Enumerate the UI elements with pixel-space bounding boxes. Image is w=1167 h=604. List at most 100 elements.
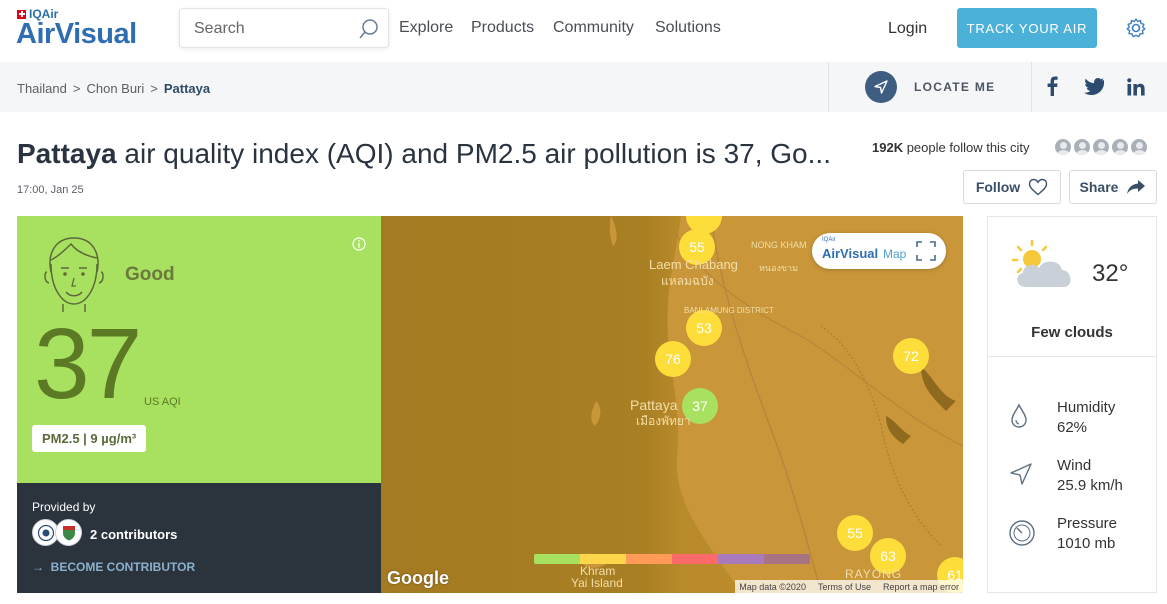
twitter-icon[interactable] [1084, 78, 1104, 95]
become-contributor-label: BECOME CONTRIBUTOR [50, 560, 196, 574]
follow-label: Follow [975, 179, 1021, 195]
humidity-value: 62% [1057, 419, 1088, 436]
locate-me-button[interactable] [865, 71, 897, 103]
shield-icon [62, 525, 75, 540]
map-marker[interactable]: 55 [837, 515, 873, 551]
avatar [1129, 137, 1149, 157]
map-label: หนองขาม [759, 263, 799, 273]
legend-good [534, 554, 580, 564]
google-logo: Google [387, 568, 449, 588]
wind-value: 25.9 km/h [1057, 477, 1123, 494]
legend-hazardous [764, 554, 810, 564]
contributors-count[interactable]: 2 contributors [90, 527, 177, 542]
nav-solutions[interactable]: Solutions [655, 19, 721, 37]
legend-unhealthy [672, 554, 718, 564]
fullscreen-icon[interactable] [916, 241, 936, 261]
report-error-link[interactable]: Report a map error [883, 582, 959, 592]
login-link[interactable]: Login [888, 20, 927, 38]
weather-panel: 32° Few clouds Humidity 62% Wind 25.9 km… [987, 216, 1157, 593]
locate-me-label[interactable]: LOCATE ME [914, 80, 995, 94]
search-box[interactable] [179, 8, 389, 48]
navigation-arrow-icon [874, 80, 888, 94]
aqi-map[interactable]: 55 53 76 72 37 55 63 61 Laem Chabang แหล… [381, 216, 963, 593]
track-your-air-button[interactable]: TRACK YOUR AIR [957, 8, 1097, 48]
map-label: Laem Chabang [649, 257, 738, 272]
share-button[interactable]: Share [1069, 170, 1157, 204]
aqi-legend-bar [534, 554, 810, 564]
aqi-value: 37 [34, 308, 142, 420]
divider [828, 62, 829, 112]
timestamp: 17:00, Jan 25 [17, 184, 84, 196]
contributor-logo[interactable] [55, 519, 82, 546]
nav-explore[interactable]: Explore [399, 19, 453, 37]
contributor-logos[interactable] [32, 519, 82, 546]
map-label: RAYONG [845, 567, 903, 581]
nav-community[interactable]: Community [553, 19, 634, 37]
top-header: IQAir AirVisual Explore Products Communi… [0, 0, 1167, 62]
breadcrumb-province[interactable]: Chon Buri [86, 81, 144, 96]
gauge-icon [1009, 520, 1035, 546]
map-marker[interactable]: 76 [655, 341, 691, 377]
avatar [1053, 137, 1073, 157]
map-label: Yai Island [571, 576, 623, 590]
follower-avatars [1053, 137, 1149, 157]
wind-direction-icon [1010, 463, 1032, 485]
linkedin-icon[interactable] [1127, 78, 1145, 96]
search-icon[interactable] [358, 18, 380, 40]
wind-label: Wind [1057, 457, 1092, 474]
follow-button[interactable]: Follow [963, 170, 1061, 204]
search-input[interactable] [194, 18, 344, 40]
contributors-panel: Provided by 2 contributors → BECOME CONT… [17, 483, 381, 593]
aqi-unit: US AQI [144, 396, 181, 408]
breadcrumb-country[interactable]: Thailand [17, 81, 67, 96]
badge-map: Map [883, 247, 907, 261]
city-name: Pattaya [17, 138, 117, 169]
breadcrumb: Thailand > Chon Buri > Pattaya [17, 81, 210, 96]
humidity-label: Humidity [1057, 399, 1116, 416]
avatar [1110, 137, 1130, 157]
airvisual-map-badge[interactable]: IQAir AirVisual Map [812, 233, 946, 269]
map-data-credit: Map data ©2020 [739, 581, 806, 592]
share-arrow-icon [1127, 180, 1146, 194]
map-footer: Map data ©2020 Terms of Use Report a map… [735, 580, 963, 593]
provided-by-label: Provided by [32, 500, 96, 514]
followers-text: people follow this city [906, 140, 1030, 155]
weather-summary: 32° Few clouds [988, 217, 1156, 357]
page-title: Pattaya air quality index (AQI) and PM2.… [17, 138, 842, 170]
divider [1031, 62, 1032, 112]
facebook-icon[interactable] [1046, 76, 1058, 96]
info-icon[interactable] [352, 237, 366, 251]
followers-count: 192K people follow this city [872, 140, 1030, 155]
become-contributor-link[interactable]: → BECOME CONTRIBUTOR [32, 560, 195, 574]
share-label: Share [1079, 179, 1119, 195]
map-label: แหลมฉบัง [661, 274, 714, 288]
map-label: เมืองพัทยา [636, 414, 691, 428]
temperature: 32° [1092, 260, 1129, 287]
airvisual-logo[interactable]: AirVisual [16, 18, 137, 51]
partly-cloudy-icon [1011, 239, 1071, 287]
pm25-badge: PM2.5 | 9 µg/m³ [32, 425, 147, 452]
badge-iqair: IQAir [822, 237, 836, 243]
map-marker[interactable]: 53 [686, 310, 722, 346]
breadcrumb-separator: > [150, 81, 158, 96]
title-text: air quality index (AQI) and PM2.5 air po… [116, 138, 831, 169]
nav-products[interactable]: Products [471, 19, 534, 37]
map-label: NONG KHAM [751, 240, 807, 250]
aqi-card: Good 37 US AQI PM2.5 | 9 µg/m³ [17, 216, 381, 483]
aqi-status: Good [125, 264, 175, 285]
weather-condition: Few clouds [1031, 324, 1113, 341]
legend-unhealthy-sensitive [626, 554, 672, 564]
happy-face-icon [44, 237, 104, 312]
map-marker[interactable]: 72 [893, 338, 929, 374]
seal-icon [37, 524, 54, 541]
breadcrumb-bar: Thailand > Chon Buri > Pattaya LOCATE ME [0, 62, 1167, 112]
pressure-label: Pressure [1057, 515, 1118, 532]
terms-link[interactable]: Terms of Use [818, 582, 871, 592]
pressure-value: 1010 mb [1057, 535, 1116, 552]
avatar [1091, 137, 1111, 157]
legend-moderate [580, 554, 626, 564]
badge-airvisual: AirVisual [822, 246, 879, 261]
gear-icon[interactable] [1125, 17, 1147, 39]
breadcrumb-separator: > [72, 81, 81, 96]
avatar [1072, 137, 1092, 157]
